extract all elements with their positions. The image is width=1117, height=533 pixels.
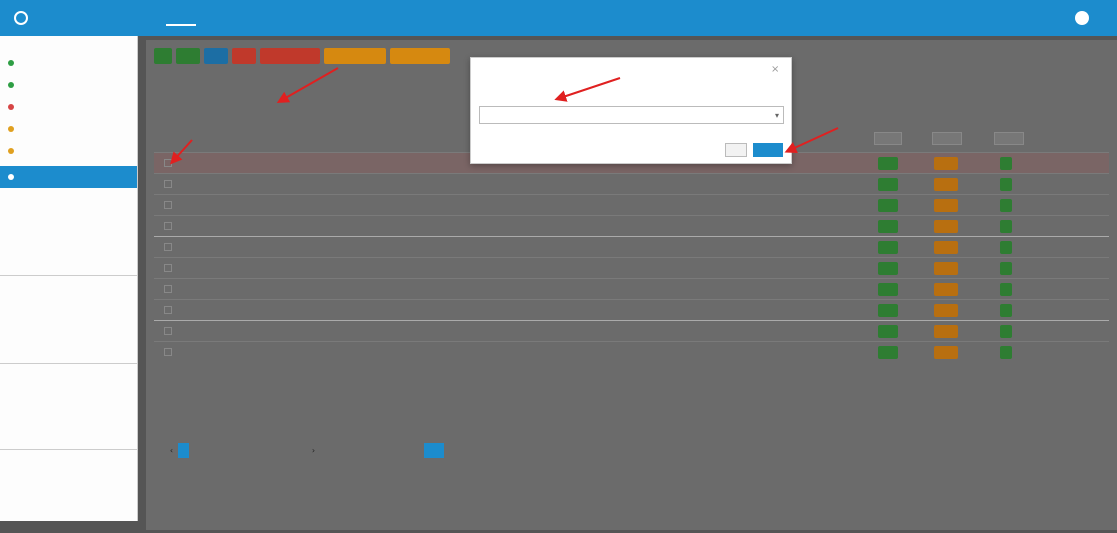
annotation-arrow <box>276 67 339 103</box>
annotation-arrow <box>554 77 621 102</box>
annotation-overlay <box>169 67 839 165</box>
annotation-arrow <box>169 139 193 165</box>
annotation-arrow <box>784 127 839 153</box>
